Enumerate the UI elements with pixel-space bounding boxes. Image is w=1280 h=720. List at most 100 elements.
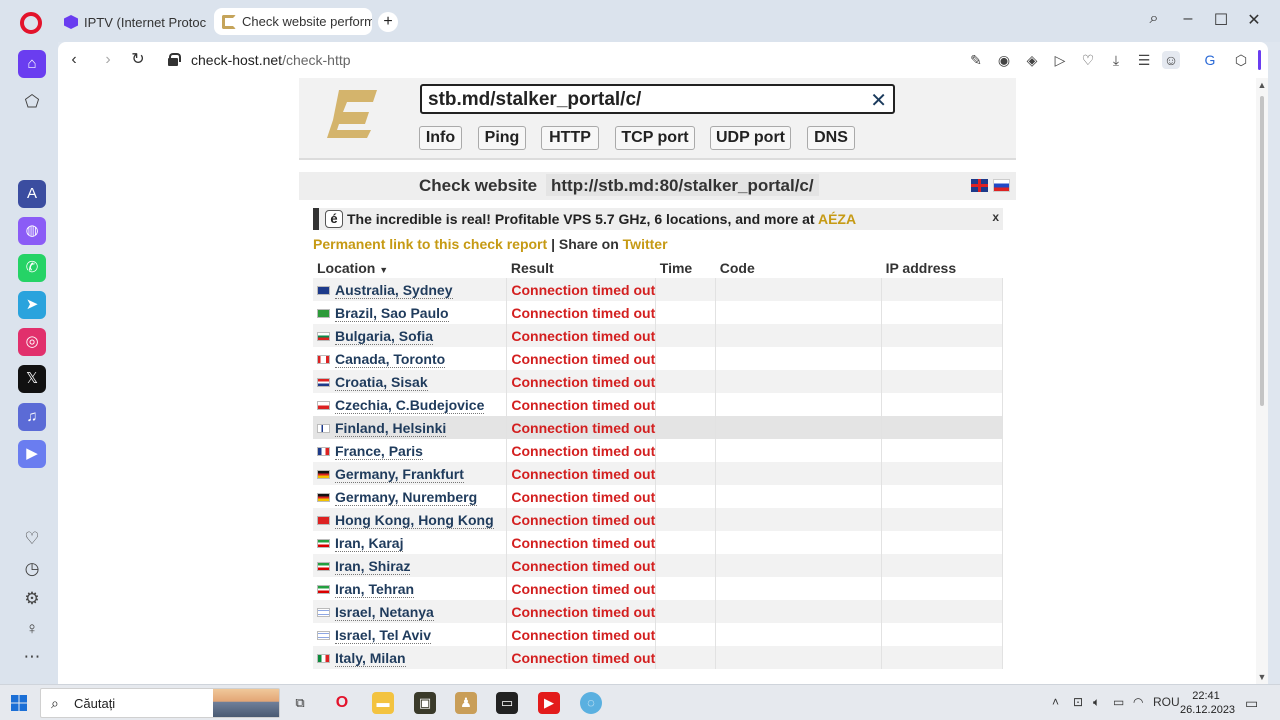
battery-icon[interactable]: ▭ xyxy=(1113,695,1124,709)
opera-taskbar-icon[interactable]: O xyxy=(331,692,353,714)
ad-close-icon[interactable]: x xyxy=(992,210,999,224)
notifications-icon[interactable]: ▭ xyxy=(1245,695,1258,712)
search-tabs-icon[interactable]: ⌕ xyxy=(1143,10,1165,28)
messenger-icon[interactable]: ◍ xyxy=(18,217,46,245)
russian-flag-icon[interactable] xyxy=(993,179,1010,192)
tab-iptv[interactable]: IPTV (Internet Protocol xyxy=(56,8,206,36)
country-flag-icon xyxy=(317,308,330,318)
more-icon[interactable]: ⋯ xyxy=(18,643,46,671)
column-ip-address: IP address xyxy=(885,260,957,276)
clear-icon[interactable]: ✕ xyxy=(870,88,887,113)
permanent-link[interactable]: Permanent link to this check report xyxy=(313,236,547,252)
heart-icon[interactable]: ♡ xyxy=(1079,51,1097,69)
time-cell xyxy=(655,416,717,439)
location-link[interactable]: Israel, Tel Aviv xyxy=(335,626,431,644)
windows-start-icon[interactable] xyxy=(11,695,27,711)
page-scrollbar[interactable]: ▲ ▼ xyxy=(1256,78,1268,684)
music-player-icon[interactable]: ♫ xyxy=(18,403,46,431)
share-icon[interactable]: ✎ xyxy=(967,51,985,69)
location-link[interactable]: Australia, Sydney xyxy=(335,281,453,299)
check-host-logo[interactable] xyxy=(325,88,379,138)
lock-icon[interactable] xyxy=(168,53,181,66)
opera-logo-icon[interactable] xyxy=(20,12,42,34)
player-sidebar-icon[interactable]: ▶ xyxy=(18,440,46,468)
tab-ping[interactable]: Ping xyxy=(478,126,526,150)
location-link[interactable]: Iran, Karaj xyxy=(335,534,404,552)
minimize-icon[interactable]: – xyxy=(1177,10,1199,28)
tab-http[interactable]: HTTP xyxy=(541,126,599,150)
column-location[interactable]: Location ▼ xyxy=(313,258,507,278)
tips-lightbulb-icon[interactable]: ♀ xyxy=(18,615,46,643)
location-header-label: Location xyxy=(317,260,376,276)
location-link[interactable]: Iran, Tehran xyxy=(335,580,415,598)
ad-banner[interactable]: é The incredible is real! Profitable VPS… xyxy=(313,208,1003,230)
scroll-down-icon[interactable]: ▼ xyxy=(1256,672,1268,682)
terminal-icon[interactable]: ▭ xyxy=(496,692,518,714)
instagram-icon[interactable]: ◎ xyxy=(18,328,46,356)
system-clock[interactable]: 22:41 26.12.2023 xyxy=(1180,689,1235,717)
location-link[interactable]: Iran, Shiraz xyxy=(335,557,411,575)
maximize-icon[interactable]: ☐ xyxy=(1210,10,1232,30)
user-app-icon[interactable]: ♟ xyxy=(455,692,477,714)
profile-icon[interactable]: ☺ xyxy=(1162,51,1180,69)
tab-info[interactable]: Info xyxy=(419,126,462,150)
scrollbar-thumb[interactable] xyxy=(1260,96,1264,406)
location-link[interactable]: France, Paris xyxy=(335,442,423,460)
volume-icon[interactable]: 🔈︎ xyxy=(1093,695,1100,710)
speed-dial-icon[interactable]: ⬠ xyxy=(18,88,46,116)
aria-icon[interactable]: A xyxy=(18,180,46,208)
english-flag-icon[interactable] xyxy=(971,179,988,192)
url-field[interactable]: check-host.net/check-http xyxy=(191,52,351,68)
location-link[interactable]: Canada, Toronto xyxy=(335,350,446,368)
translate-icon[interactable]: G xyxy=(1201,51,1219,69)
download-icon[interactable]: ⤓ xyxy=(1107,51,1125,69)
network-app-icon[interactable]: ◌ xyxy=(580,692,602,714)
location-link[interactable]: Croatia, Sisak xyxy=(335,373,428,391)
location-link[interactable]: Finland, Helsinki xyxy=(335,419,447,437)
easy-setup-icon[interactable]: ☰ xyxy=(1135,51,1153,69)
bookmarks-heart-icon[interactable]: ♡ xyxy=(18,525,46,553)
ad-brand-link[interactable]: AÉZA xyxy=(818,211,856,227)
settings-gear-icon[interactable]: ⚙ xyxy=(18,585,46,613)
search-input[interactable]: stb.md/stalker_portal/c/ ✕ xyxy=(420,84,895,114)
location-link[interactable]: Brazil, Sao Paulo xyxy=(335,304,449,322)
scroll-up-icon[interactable]: ▲ xyxy=(1256,80,1268,90)
tab-check-website[interactable]: Check website performa xyxy=(214,8,372,35)
reload-icon[interactable]: ↻ xyxy=(128,50,148,70)
location-link[interactable]: Germany, Nuremberg xyxy=(335,488,478,506)
snapshot-icon[interactable]: ◉ xyxy=(995,51,1013,69)
twitter-share-link[interactable]: Twitter xyxy=(623,236,668,252)
new-tab-button[interactable]: + xyxy=(378,12,398,32)
location-link[interactable]: Hong Kong, Hong Kong xyxy=(335,511,494,529)
home-icon[interactable]: ⌂ xyxy=(18,50,46,78)
tab-udp-port[interactable]: UDP port xyxy=(710,126,791,150)
location-link[interactable]: Czechia, C.Budejovice xyxy=(335,396,485,414)
time-cell xyxy=(655,485,717,508)
tab-title: IPTV (Internet Protocol xyxy=(84,14,206,30)
location-link[interactable]: Italy, Milan xyxy=(335,649,406,667)
location-link[interactable]: Bulgaria, Sofia xyxy=(335,327,434,345)
media-player-icon[interactable]: ▶ xyxy=(538,692,560,714)
task-view-icon[interactable]: ⧉ xyxy=(289,692,311,714)
location-link[interactable]: Germany, Frankfurt xyxy=(335,465,464,483)
extensions-icon[interactable]: ⬡ xyxy=(1232,51,1250,69)
tray-app-icon[interactable]: ⊡ xyxy=(1073,695,1083,709)
x-twitter-icon[interactable]: 𝕏 xyxy=(18,365,46,393)
taskbar-search[interactable]: ⌕ Căutați xyxy=(40,688,280,718)
whatsapp-icon[interactable]: ✆ xyxy=(18,254,46,282)
wifi-icon[interactable]: ◠ xyxy=(1133,695,1143,709)
forward-icon[interactable]: › xyxy=(98,50,118,70)
tab-tcp-port[interactable]: TCP port xyxy=(615,126,695,150)
shield-icon[interactable]: ◈ xyxy=(1023,51,1041,69)
show-hidden-icons-icon[interactable]: ˄ xyxy=(1052,695,1059,709)
location-link[interactable]: Israel, Netanya xyxy=(335,603,434,621)
close-window-icon[interactable]: ✕ xyxy=(1243,10,1265,30)
language-indicator[interactable]: ROU xyxy=(1153,695,1180,709)
tab-dns[interactable]: DNS xyxy=(807,126,855,150)
back-icon[interactable]: ‹ xyxy=(64,50,84,70)
history-icon[interactable]: ◷ xyxy=(18,555,46,583)
app-icon[interactable]: ▣ xyxy=(414,692,436,714)
player-icon[interactable]: ▷ xyxy=(1051,51,1069,69)
file-explorer-icon[interactable]: ▬ xyxy=(372,692,394,714)
telegram-icon[interactable]: ➤ xyxy=(18,291,46,319)
